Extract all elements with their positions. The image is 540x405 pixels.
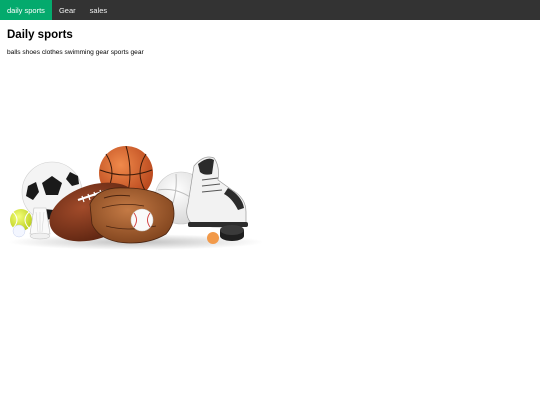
- nav-link-sales[interactable]: sales: [83, 0, 115, 20]
- main-content: Daily sports balls shoes clothes swimmin…: [0, 28, 540, 57]
- shuttlecock-icon: [29, 207, 51, 240]
- nav-link-daily-sports[interactable]: daily sports: [0, 0, 52, 20]
- sports-equipment-image: [8, 146, 262, 250]
- page-title: Daily sports: [7, 29, 73, 41]
- golf-ball-icon: [12, 224, 26, 238]
- ping-pong-ball-icon: [207, 232, 219, 244]
- page-description: balls shoes clothes swimming gear sports…: [7, 49, 144, 56]
- sports-shoe-icon: [186, 156, 248, 228]
- nav-link-gear[interactable]: Gear: [52, 0, 83, 20]
- top-navigation-bar: daily sports Gear sales: [0, 0, 540, 20]
- baseball-icon: [130, 208, 154, 232]
- hockey-puck-icon: [220, 225, 244, 241]
